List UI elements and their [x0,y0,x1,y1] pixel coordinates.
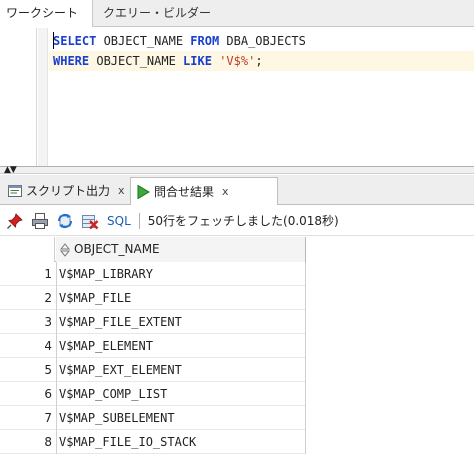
keyword-select: SELECT [53,34,97,48]
column-header-label: OBJECT_NAME [74,242,160,256]
panel-splitter[interactable]: ▲▼ [0,165,474,175]
tab-query-result[interactable]: 問合せ結果 x [130,177,278,205]
toolbar-divider [138,212,140,229]
table-row[interactable]: 1 V$MAP_LIBRARY [0,262,306,286]
row-number: 5 [44,363,52,377]
table-row[interactable]: 6 V$MAP_COMP_LIST [0,382,306,406]
code-line-1[interactable]: SELECT OBJECT_NAME FROM DBA_OBJECTS [49,31,474,51]
tab-worksheet[interactable]: ワークシート [0,0,93,27]
table-row[interactable]: 3 V$MAP_FILE_EXTENT [0,310,306,334]
code-text: OBJECT_NAME [96,34,191,48]
print-button[interactable] [30,211,50,231]
pin-icon [6,212,23,229]
table-row[interactable]: 7 V$MAP_SUBELEMENT [0,406,306,430]
collapse-expand-arrows-icon[interactable]: ▲▼ [4,165,17,175]
row-number: 1 [44,267,52,281]
result-grid: OBJECT_NAME 1 V$MAP_LIBRARY 2 V$MAP_FILE 3 V$… [0,237,474,454]
table-row[interactable]: 4 V$MAP_ELEMENT [0,334,306,358]
table-cell[interactable]: V$MAP_LIBRARY [56,262,306,286]
row-number: 8 [44,435,52,449]
refresh-icon [57,213,73,228]
code-text: DBA_OBJECTS [219,34,306,48]
line-number-gutter [0,28,37,166]
row-number-header [0,237,55,262]
row-number: 3 [44,315,52,329]
column-header-object-name[interactable]: OBJECT_NAME [56,237,306,262]
table-row[interactable]: 5 V$MAP_EXT_ELEMENT [0,358,306,382]
grid-header: OBJECT_NAME [0,237,306,262]
clear-icon [82,214,99,229]
text-cursor [53,32,54,49]
tab-query-builder[interactable]: クエリー・ビルダー [97,0,217,27]
result-toolbar: SQL 50行をフェッチしました(0.018秒) [0,206,474,236]
sql-button[interactable]: SQL [107,214,131,228]
pin-button[interactable] [5,211,25,231]
refresh-button[interactable] [55,211,75,231]
table-cell[interactable]: V$MAP_FILE [56,286,306,310]
string-literal: 'V$%' [219,54,256,68]
table-row[interactable]: 2 V$MAP_FILE [0,286,306,310]
table-cell[interactable]: V$MAP_ELEMENT [56,334,306,358]
keyword-like: LIKE [183,54,212,68]
worksheet-tab-bar: ワークシート クエリー・ビルダー [0,0,474,27]
keyword-from: FROM [190,34,220,48]
result-tab-bar: スクリプト出力 x 問合せ結果 x [0,175,474,205]
close-icon[interactable]: x [118,178,125,204]
sort-icon [60,242,70,257]
fetch-status: 50行をフェッチしました(0.018秒) [147,214,339,228]
run-query-icon [137,184,150,199]
close-icon[interactable]: x [222,179,229,205]
row-number: 2 [44,291,52,305]
code-text: ; [255,54,263,68]
sql-editor[interactable]: SELECT OBJECT_NAME FROM DBA_OBJECTS WHER… [0,28,474,166]
table-row[interactable]: 8 V$MAP_FILE_IO_STACK [0,430,306,454]
table-cell[interactable]: V$MAP_COMP_LIST [56,382,306,406]
script-output-icon [8,185,22,197]
code-line-2[interactable]: WHERE OBJECT_NAME LIKE 'V$%'; [49,51,474,71]
row-number: 4 [44,339,52,353]
tab-label: スクリプト出力 [26,184,111,198]
tab-script-output[interactable]: スクリプト出力 x [3,177,127,205]
code-text: OBJECT_NAME [89,54,184,68]
keyword-where: WHERE [53,54,90,68]
tab-label: 問合せ結果 [154,184,215,199]
table-cell[interactable]: V$MAP_FILE_EXTENT [56,310,306,334]
row-number: 6 [44,387,52,401]
clear-button[interactable] [80,211,100,231]
print-icon [32,212,48,229]
table-cell[interactable]: V$MAP_FILE_IO_STACK [56,430,306,454]
table-cell[interactable]: V$MAP_SUBELEMENT [56,406,306,430]
row-number: 7 [44,411,52,425]
table-cell[interactable]: V$MAP_EXT_ELEMENT [56,358,306,382]
code-folding-gutter [38,28,48,166]
